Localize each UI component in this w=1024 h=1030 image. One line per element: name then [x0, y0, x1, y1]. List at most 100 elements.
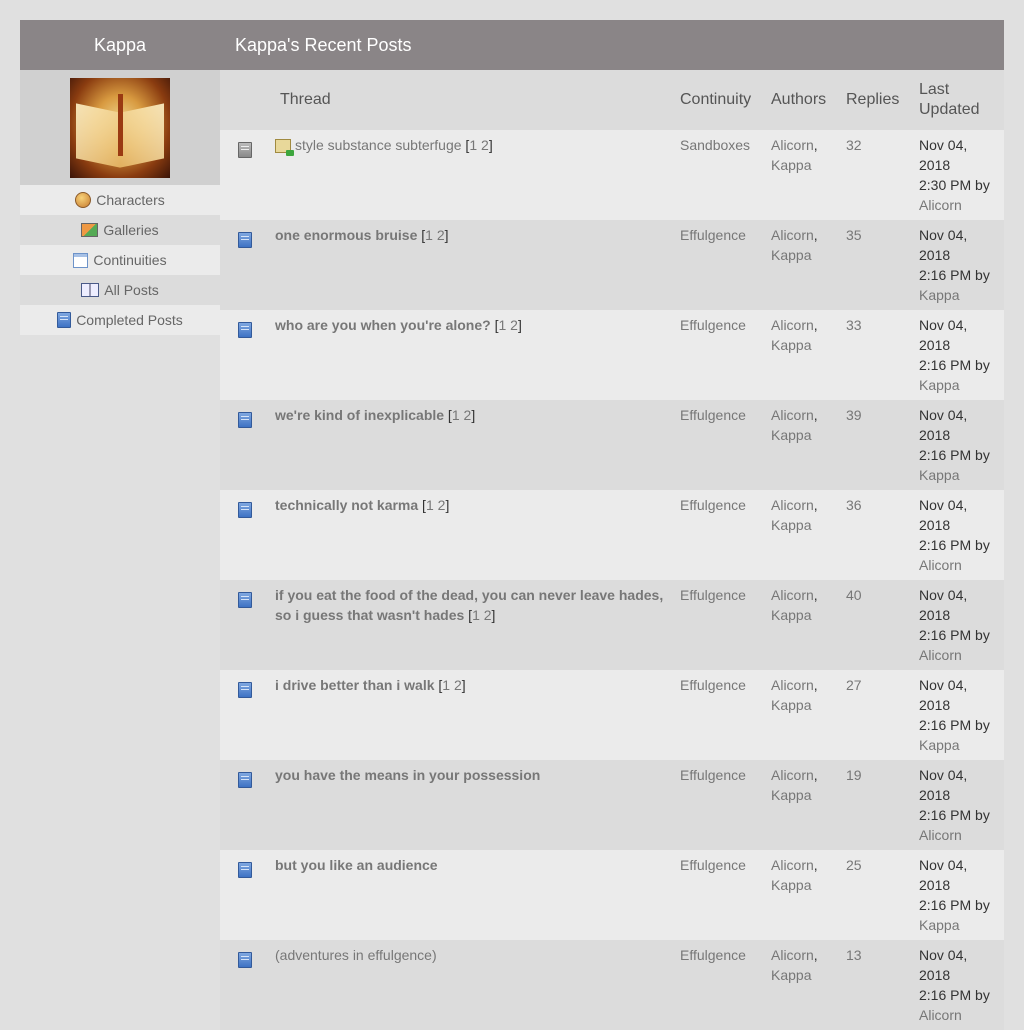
sidebar-item-all-posts[interactable]: All Posts: [20, 275, 220, 305]
avatar-container: [20, 70, 220, 185]
last-author-link[interactable]: Kappa: [919, 737, 959, 753]
replies-link[interactable]: 33: [846, 317, 862, 333]
continuity-link[interactable]: Effulgence: [680, 227, 746, 243]
author-link[interactable]: Alicorn: [771, 947, 814, 963]
post-icon: [238, 502, 252, 519]
page-link[interactable]: 2: [437, 227, 445, 243]
page-link[interactable]: 1: [426, 497, 434, 513]
author-link[interactable]: Alicorn: [771, 317, 814, 333]
last-author-link[interactable]: Kappa: [919, 917, 959, 933]
page-link[interactable]: 2: [454, 677, 462, 693]
continuity-link[interactable]: Effulgence: [680, 857, 746, 873]
page-link[interactable]: 2: [484, 607, 492, 623]
sidebar-item-label[interactable]: Galleries: [103, 222, 158, 238]
sidebar-item-characters[interactable]: Characters: [20, 185, 220, 215]
authors-cell: Alicorn, Kappa: [766, 310, 841, 400]
author-link[interactable]: Kappa: [771, 337, 811, 353]
author-link[interactable]: Kappa: [771, 247, 811, 263]
continuity-link[interactable]: Effulgence: [680, 677, 746, 693]
sidebar-item-label[interactable]: Characters: [96, 192, 164, 208]
thread-title-link[interactable]: technically not karma: [275, 497, 418, 513]
last-author-link[interactable]: Alicorn: [919, 197, 962, 213]
thread-title-link[interactable]: but you like an audience: [275, 857, 438, 873]
replies-link[interactable]: 36: [846, 497, 862, 513]
author-link[interactable]: Alicorn: [771, 497, 814, 513]
last-author-link[interactable]: Alicorn: [919, 557, 962, 573]
thread-title-link[interactable]: i drive better than i walk: [275, 677, 435, 693]
author-link[interactable]: Kappa: [771, 607, 811, 623]
last-author-link[interactable]: Alicorn: [919, 827, 962, 843]
thread-title-link[interactable]: who are you when you're alone?: [275, 317, 491, 333]
sidebar-item-label[interactable]: Continuities: [93, 252, 166, 268]
continuity-cell: Effulgence: [675, 220, 766, 310]
table-row: we're kind of inexplicable [1 2] Effulgen…: [220, 400, 1004, 490]
thread-title-link[interactable]: one enormous bruise: [275, 227, 417, 243]
author-link[interactable]: Alicorn: [771, 137, 814, 153]
author-link[interactable]: Kappa: [771, 427, 811, 443]
continuity-link[interactable]: Effulgence: [680, 587, 746, 603]
author-link[interactable]: Alicorn: [771, 857, 814, 873]
author-link[interactable]: Kappa: [771, 517, 811, 533]
replies-link[interactable]: 40: [846, 587, 862, 603]
continuity-link[interactable]: Effulgence: [680, 767, 746, 783]
last-author-link[interactable]: Alicorn: [919, 1007, 962, 1023]
thread-title-link[interactable]: you have the means in your possession: [275, 767, 540, 783]
last-author-link[interactable]: Alicorn: [919, 647, 962, 663]
avatar[interactable]: [70, 77, 170, 178]
replies-link[interactable]: 19: [846, 767, 862, 783]
thread-title-link[interactable]: we're kind of inexplicable: [275, 407, 444, 423]
author-link[interactable]: Kappa: [771, 787, 811, 803]
author-link[interactable]: Alicorn: [771, 227, 814, 243]
page-link[interactable]: 1: [498, 317, 506, 333]
continuity-link[interactable]: Effulgence: [680, 947, 746, 963]
page-link[interactable]: 1: [442, 677, 450, 693]
continuity-link[interactable]: Sandboxes: [680, 137, 750, 153]
thread-cell: but you like an audience: [270, 850, 675, 940]
page-link[interactable]: 1: [472, 607, 480, 623]
replies-link[interactable]: 32: [846, 137, 862, 153]
continuity-cell: Effulgence: [675, 400, 766, 490]
sidebar-username: Kappa: [20, 20, 220, 70]
last-author-link[interactable]: Kappa: [919, 467, 959, 483]
page-link[interactable]: 2: [438, 497, 446, 513]
author-link[interactable]: Kappa: [771, 697, 811, 713]
page-link[interactable]: 2: [464, 407, 472, 423]
page-link[interactable]: 2: [481, 137, 489, 153]
column-header-authors: Authors: [766, 70, 841, 130]
author-link[interactable]: Alicorn: [771, 767, 814, 783]
continuity-link[interactable]: Effulgence: [680, 407, 746, 423]
sidebar-item-completed-posts[interactable]: Completed Posts: [20, 305, 220, 335]
page-link[interactable]: 1: [452, 407, 460, 423]
author-link[interactable]: Alicorn: [771, 587, 814, 603]
thread-title-link[interactable]: style substance subterfuge: [295, 137, 462, 153]
thread-title-link[interactable]: (adventures in effulgence): [275, 947, 437, 963]
last-author-link[interactable]: Kappa: [919, 287, 959, 303]
sidebar-item-label[interactable]: All Posts: [104, 282, 158, 298]
page-link[interactable]: 1: [425, 227, 433, 243]
table-row: if you eat the food of the dead, you can…: [220, 580, 1004, 670]
authors-cell: Alicorn, Kappa: [766, 580, 841, 670]
authors-cell: Alicorn, Kappa: [766, 400, 841, 490]
replies-link[interactable]: 39: [846, 407, 862, 423]
author-link[interactable]: Kappa: [771, 967, 811, 983]
replies-link[interactable]: 25: [846, 857, 862, 873]
author-link[interactable]: Kappa: [771, 877, 811, 893]
author-link[interactable]: Alicorn: [771, 677, 814, 693]
last-author-link[interactable]: Kappa: [919, 377, 959, 393]
continuity-link[interactable]: Effulgence: [680, 317, 746, 333]
replies-link[interactable]: 13: [846, 947, 862, 963]
author-link[interactable]: Alicorn: [771, 407, 814, 423]
continuity-link[interactable]: Effulgence: [680, 497, 746, 513]
last-updated-cell: Nov 04, 2018 2:16 PM by Kappa: [914, 670, 1004, 760]
sidebar-item-continuities[interactable]: Continuities: [20, 245, 220, 275]
page-link[interactable]: 1: [469, 137, 477, 153]
sidebar-item-galleries[interactable]: Galleries: [20, 215, 220, 245]
replies-link[interactable]: 35: [846, 227, 862, 243]
page-link[interactable]: 2: [510, 317, 518, 333]
post-icon: [238, 682, 252, 699]
column-header-continuity: Continuity: [675, 70, 766, 130]
replies-link[interactable]: 27: [846, 677, 862, 693]
sidebar-item-label[interactable]: Completed Posts: [76, 312, 183, 328]
author-link[interactable]: Kappa: [771, 157, 811, 173]
page-links: [1 2]: [464, 607, 496, 623]
